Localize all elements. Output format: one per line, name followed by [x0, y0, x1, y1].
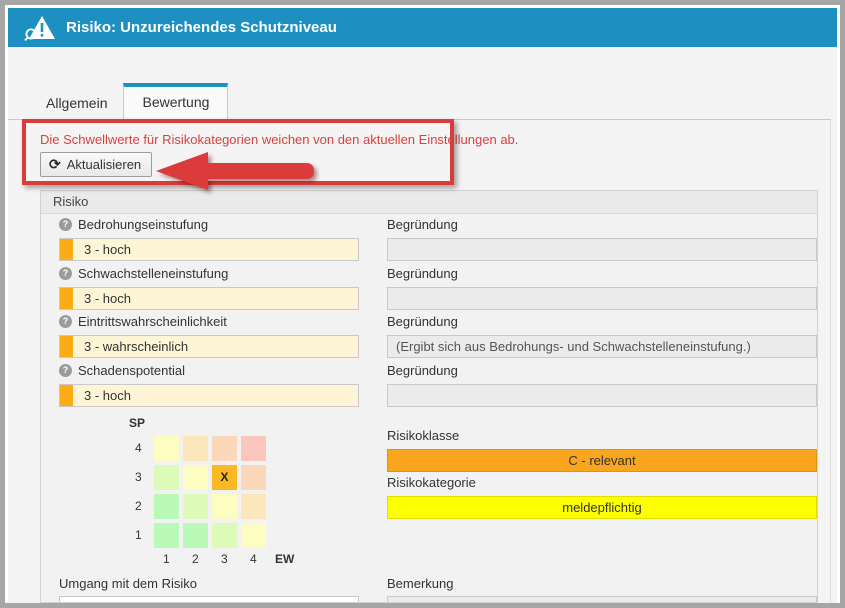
begruendung-label-4: Begründung — [387, 363, 458, 378]
matrix-cell[interactable] — [154, 494, 179, 519]
matrix-row-label: 1 — [135, 528, 142, 542]
schwachstelleneinstufung-select[interactable]: 3 - hoch — [59, 287, 359, 310]
matrix-y-axis-label: SP — [129, 416, 145, 430]
matrix-cell[interactable] — [212, 494, 237, 519]
matrix-cell-selected[interactable]: X — [212, 465, 237, 490]
matrix-cell[interactable] — [241, 494, 266, 519]
matrix-cell[interactable] — [183, 436, 208, 461]
annotation-arrow-icon — [154, 151, 318, 191]
field-label-eintrittswahrscheinlichkeit: ? Eintrittswahrscheinlichkeit — [59, 314, 227, 329]
risiko-panel-title: Risiko — [41, 191, 817, 214]
help-icon[interactable]: ? — [59, 267, 72, 280]
risiko-panel: Risiko ? Bedrohungseinstufung 3 - hoch B… — [40, 190, 818, 603]
tab-bar: Allgemein Bewertung — [30, 82, 228, 120]
aktualisieren-button-label: Aktualisieren — [67, 157, 141, 172]
begruendung-label-3: Begründung — [387, 314, 458, 329]
matrix-col-label: 4 — [250, 552, 257, 566]
threshold-warning-text: Die Schwellwerte für Risikokategorien we… — [40, 132, 518, 147]
matrix-cell[interactable] — [241, 523, 266, 548]
matrix-row-label: 2 — [135, 499, 142, 513]
matrix-cell[interactable] — [183, 523, 208, 548]
tab-allgemein[interactable]: Allgemein — [30, 85, 123, 120]
bedrohungseinstufung-select[interactable]: 3 - hoch — [59, 238, 359, 261]
refresh-icon: ⟳ — [49, 156, 61, 173]
matrix-row-label: 4 — [135, 441, 142, 455]
matrix-cell[interactable] — [154, 436, 179, 461]
app-window: Risiko: Unzureichendes Schutzniveau Allg… — [0, 0, 845, 608]
field-label-schadenspotential: ? Schadenspotential — [59, 363, 185, 378]
matrix-cell[interactable] — [154, 465, 179, 490]
risikoklasse-value: C - relevant — [387, 449, 817, 472]
bemerkung-label: Bemerkung — [387, 576, 453, 591]
schadenspotential-select[interactable]: 3 - hoch — [59, 384, 359, 407]
matrix-row-label: 3 — [135, 470, 142, 484]
field-label-schwachstelleneinstufung: ? Schwachstelleneinstufung — [59, 266, 228, 281]
matrix-cell[interactable] — [183, 465, 208, 490]
matrix-cell[interactable] — [154, 523, 179, 548]
umgang-label: Umgang mit dem Risiko — [59, 576, 197, 591]
eintrittswahrscheinlichkeit-select[interactable]: 3 - wahrscheinlich — [59, 335, 359, 358]
begruendung-label-1: Begründung — [387, 217, 458, 232]
begruendung-label-2: Begründung — [387, 266, 458, 281]
bemerkung-input[interactable] — [387, 596, 817, 603]
matrix-col-label: 2 — [192, 552, 199, 566]
tab-bewertung[interactable]: Bewertung — [123, 83, 228, 120]
help-icon[interactable]: ? — [59, 364, 72, 377]
risikokategorie-label: Risikokategorie — [387, 475, 476, 490]
risk-warning-icon — [24, 14, 56, 42]
help-icon[interactable]: ? — [59, 218, 72, 231]
matrix-cell[interactable] — [212, 436, 237, 461]
begruendung-input-1[interactable] — [387, 238, 817, 261]
matrix-col-label: 1 — [163, 552, 170, 566]
scrollbar-track[interactable] — [830, 120, 831, 603]
content-area: Allgemein Bewertung Die Schwellwerte für… — [8, 47, 837, 603]
risikokategorie-value: meldepflichtig — [387, 496, 817, 519]
begruendung-input-3[interactable]: (Ergibt sich aus Bedrohungs- und Schwach… — [387, 335, 817, 358]
matrix-cell[interactable] — [183, 494, 208, 519]
begruendung-input-4[interactable] — [387, 384, 817, 407]
matrix-cell[interactable] — [241, 465, 266, 490]
matrix-cell[interactable] — [212, 523, 237, 548]
begruendung-input-2[interactable] — [387, 287, 817, 310]
title-bar: Risiko: Unzureichendes Schutzniveau — [8, 8, 837, 47]
risikoklasse-label: Risikoklasse — [387, 428, 459, 443]
help-icon[interactable]: ? — [59, 315, 72, 328]
page-title: Risiko: Unzureichendes Schutzniveau — [66, 19, 337, 36]
matrix-cell[interactable] — [241, 436, 266, 461]
field-label-bedrohungseinstufung: ? Bedrohungseinstufung — [59, 217, 208, 232]
umgang-select[interactable]: behandeln — [59, 596, 359, 603]
matrix-x-axis-label: EW — [275, 552, 294, 566]
matrix-col-label: 3 — [221, 552, 228, 566]
aktualisieren-button[interactable]: ⟳ Aktualisieren — [40, 152, 152, 177]
